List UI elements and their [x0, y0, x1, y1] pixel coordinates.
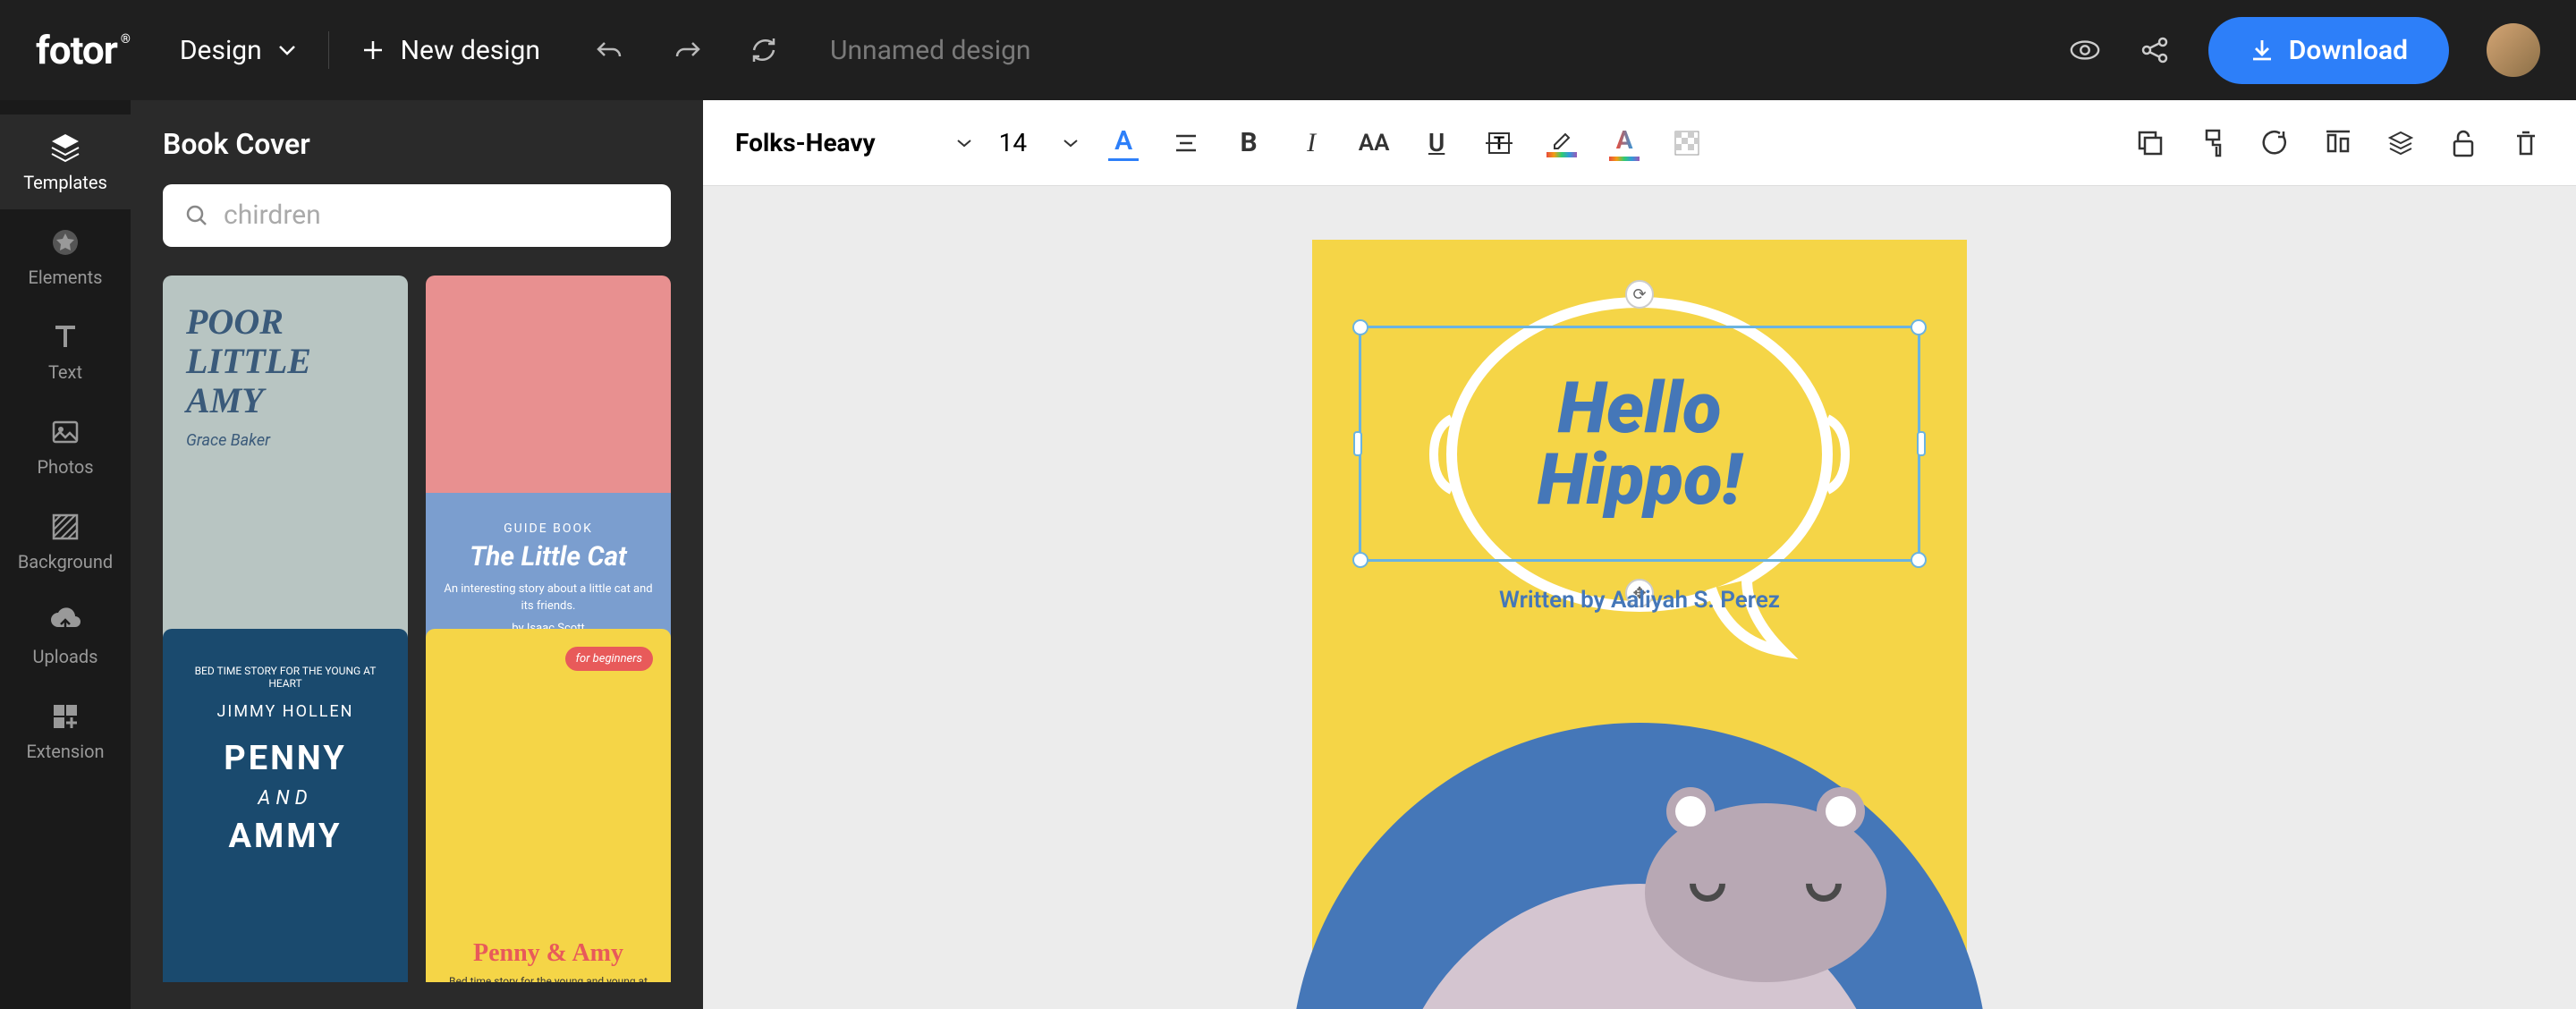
- divider: [328, 31, 329, 69]
- resize-handle[interactable]: [1917, 431, 1926, 456]
- delete-button[interactable]: [2508, 125, 2544, 161]
- nav-photos[interactable]: Photos: [0, 399, 131, 494]
- book-cover-canvas[interactable]: ⟳ Hello Hippo! ✥ Written by Aaliyah: [1312, 240, 1967, 1009]
- hippo-head: [1645, 803, 1886, 982]
- design-dropdown[interactable]: Design: [180, 35, 296, 66]
- nav-uploads[interactable]: Uploads: [0, 589, 131, 683]
- case-button[interactable]: AA: [1356, 125, 1392, 161]
- resize-handle[interactable]: [1353, 431, 1362, 456]
- resize-handle[interactable]: [1352, 319, 1368, 335]
- text-toolbar: Folks-Heavy 14 A B I AA U T A: [703, 100, 2576, 186]
- undo-button[interactable]: [594, 34, 626, 66]
- logo[interactable]: fotor®: [36, 27, 130, 73]
- chevron-down-icon: [278, 45, 296, 55]
- canvas-viewport[interactable]: ⟳ Hello Hippo! ✥ Written by Aaliyah: [703, 186, 2576, 1009]
- canvas-area: Folks-Heavy 14 A B I AA U T A: [703, 100, 2576, 1009]
- font-select[interactable]: Folks-Heavy: [735, 128, 972, 157]
- share-button[interactable]: [2139, 34, 2171, 66]
- layers-button[interactable]: [2383, 125, 2419, 161]
- elements-icon: [48, 225, 82, 259]
- format-painter-button[interactable]: [2195, 125, 2231, 161]
- uploads-icon: [48, 605, 82, 639]
- text-color-button[interactable]: A: [1106, 125, 1141, 161]
- sync-button[interactable]: [748, 34, 780, 66]
- duplicate-button[interactable]: [2132, 125, 2168, 161]
- rotate-handle[interactable]: ⟳: [1625, 280, 1654, 309]
- user-avatar[interactable]: [2487, 23, 2540, 77]
- nav-extension[interactable]: Extension: [0, 683, 131, 778]
- resize-handle[interactable]: [1352, 552, 1368, 568]
- background-icon: [48, 510, 82, 544]
- chevron-down-icon: [1063, 139, 1079, 148]
- new-design-button[interactable]: New design: [361, 35, 540, 66]
- lock-button[interactable]: [2445, 125, 2481, 161]
- search-input[interactable]: [224, 199, 649, 231]
- search-box[interactable]: [163, 184, 671, 247]
- left-nav: Templates Elements Text Photos Backgroun…: [0, 100, 131, 1009]
- topbar: fotor® Design New design Unnamed design …: [0, 0, 2576, 100]
- redo-button[interactable]: [671, 34, 703, 66]
- underline-button[interactable]: U: [1419, 125, 1454, 161]
- nav-background[interactable]: Background: [0, 494, 131, 589]
- selected-text-box[interactable]: ⟳ Hello Hippo! ✥: [1359, 326, 1920, 562]
- template-card[interactable]: BED TIME STORY FOR THE YOUNG AT HEART JI…: [163, 629, 408, 982]
- document-title[interactable]: Unnamed design: [830, 35, 1031, 66]
- font-size-select[interactable]: 14: [999, 128, 1079, 157]
- search-icon: [184, 203, 209, 228]
- extension-icon: [48, 700, 82, 733]
- opacity-button[interactable]: [1669, 125, 1705, 161]
- italic-button[interactable]: I: [1293, 125, 1329, 161]
- chevron-down-icon: [956, 139, 972, 148]
- align-objects-button[interactable]: [2320, 125, 2356, 161]
- nav-templates[interactable]: Templates: [0, 114, 131, 209]
- download-button[interactable]: Download: [2208, 17, 2449, 84]
- download-icon: [2250, 38, 2275, 63]
- photos-icon: [48, 415, 82, 449]
- title-text[interactable]: Hello Hippo!: [1538, 372, 1741, 515]
- resize-handle[interactable]: [1911, 552, 1927, 568]
- side-panel: Book Cover POOR LITTLE AMY Grace Baker G…: [131, 100, 703, 1009]
- strikethrough-button[interactable]: T: [1481, 125, 1517, 161]
- preview-button[interactable]: [2069, 34, 2101, 66]
- text-gradient-button[interactable]: A: [1606, 125, 1642, 161]
- rotate-button[interactable]: [2258, 125, 2293, 161]
- nav-text[interactable]: Text: [0, 304, 131, 399]
- align-button[interactable]: [1168, 125, 1204, 161]
- author-text[interactable]: Written by Aaliyah S. Perez: [1312, 587, 1967, 614]
- template-card[interactable]: GUIDE BOOK The Little Cat An interesting…: [426, 276, 671, 671]
- highlight-button[interactable]: [1544, 125, 1580, 161]
- text-icon: [48, 320, 82, 354]
- templates-grid: POOR LITTLE AMY Grace Baker GUIDE BOOK T…: [163, 276, 671, 982]
- bold-button[interactable]: B: [1231, 125, 1267, 161]
- templates-icon: [48, 131, 82, 165]
- nav-elements[interactable]: Elements: [0, 209, 131, 304]
- resize-handle[interactable]: [1911, 319, 1927, 335]
- template-card[interactable]: for beginners Penny & Amy Bed time story…: [426, 629, 671, 982]
- panel-title: Book Cover: [163, 127, 671, 161]
- template-card[interactable]: POOR LITTLE AMY Grace Baker: [163, 276, 408, 671]
- plus-icon: [361, 38, 385, 62]
